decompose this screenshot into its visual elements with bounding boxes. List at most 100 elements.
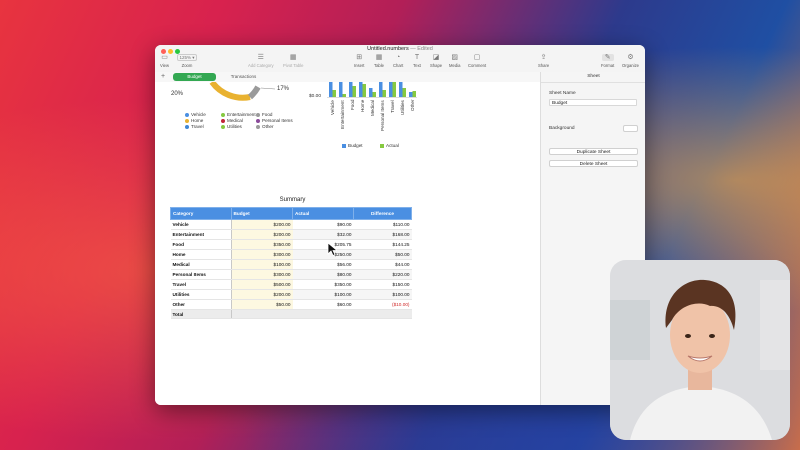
- cell-difference[interactable]: $144.25: [353, 239, 412, 250]
- table-button[interactable]: ▦ Table: [374, 54, 384, 68]
- legend-dot: [221, 118, 225, 123]
- comment-button[interactable]: ▢ Comment: [468, 54, 486, 68]
- legend-dot: [256, 112, 260, 117]
- cell-total-budget[interactable]: [231, 309, 293, 319]
- chart-icon: ◔: [396, 54, 401, 61]
- cell-budget[interactable]: $50.00: [231, 299, 293, 310]
- cell-budget[interactable]: $200.00: [231, 219, 293, 230]
- cell-category[interactable]: Entertainment: [170, 229, 232, 240]
- text-button[interactable]: T Text: [413, 54, 421, 68]
- cell-difference[interactable]: $110.00: [353, 219, 412, 230]
- cell-category[interactable]: Food: [170, 239, 232, 250]
- sidebar-header: Sheet: [541, 72, 645, 83]
- add-sheet-icon[interactable]: +: [161, 72, 165, 82]
- cell-actual[interactable]: $60.00: [292, 299, 354, 310]
- add-category-button[interactable]: ☰ Add Category: [248, 54, 274, 68]
- header-budget[interactable]: Budget: [230, 207, 293, 220]
- delete-sheet-button[interactable]: Delete Sheet: [549, 160, 638, 167]
- cell-difference[interactable]: $100.00: [353, 289, 412, 300]
- bar-label-other: Other: [410, 100, 415, 112]
- cell-difference[interactable]: $44.00: [353, 259, 412, 270]
- cell-budget[interactable]: $200.00: [231, 229, 293, 240]
- cell-difference[interactable]: $220.00: [353, 269, 412, 280]
- bar-budget-personal-items: [379, 82, 383, 97]
- cell-actual[interactable]: $250.00: [292, 249, 354, 260]
- cell-actual[interactable]: $56.00: [292, 259, 354, 270]
- chart-button[interactable]: ◔ Chart: [393, 54, 403, 68]
- presenter-video: [610, 260, 790, 440]
- cell-actual[interactable]: $205.75: [292, 239, 354, 250]
- organize-button[interactable]: ⚙ Organize: [622, 54, 639, 68]
- cell-category[interactable]: Personal Items: [170, 269, 232, 280]
- insert-button[interactable]: ⊞ Insert: [354, 54, 364, 68]
- cell-category[interactable]: Medical: [170, 259, 232, 270]
- bar-budget-home: [359, 82, 363, 97]
- cell-total-actual[interactable]: [292, 309, 354, 319]
- bar-label-entertainment: Entertainment: [340, 100, 345, 129]
- bar-chart[interactable]: [327, 82, 419, 100]
- cell-actual[interactable]: $100.00: [292, 289, 354, 300]
- table-row: Utilities $200.00 $100.00 $100.00: [170, 289, 412, 300]
- shape-button[interactable]: ◪ Shape: [430, 54, 442, 68]
- header-difference[interactable]: Difference: [353, 207, 412, 220]
- cell-difference[interactable]: $168.00: [353, 229, 412, 240]
- duplicate-sheet-button[interactable]: Duplicate Sheet: [549, 148, 638, 155]
- legend-swatch: [342, 143, 346, 148]
- bar-label-home: Home: [360, 100, 365, 113]
- cell-actual[interactable]: $350.00: [292, 279, 354, 290]
- cell-actual[interactable]: $80.00: [292, 269, 354, 280]
- view-button[interactable]: ▭ View: [160, 54, 169, 68]
- legend-dot: [185, 124, 189, 129]
- cell-budget[interactable]: $100.00: [231, 259, 293, 270]
- cell-budget[interactable]: $200.00: [231, 289, 293, 300]
- bar-budget-vehicle: [329, 82, 333, 97]
- organize-icon: ⚙: [627, 54, 634, 61]
- cell-total-difference[interactable]: [353, 309, 412, 319]
- summary-title: Summary: [279, 197, 306, 203]
- cell-difference[interactable]: $50.00: [353, 249, 412, 260]
- legend-personal-items: Personal Items: [256, 118, 293, 123]
- bar-actual-other: [412, 91, 416, 97]
- header-actual[interactable]: Actual: [292, 207, 354, 220]
- cell-category[interactable]: Other: [170, 299, 232, 310]
- mouse-cursor-icon: [327, 242, 337, 256]
- background-color-well[interactable]: [623, 125, 638, 132]
- cell-category[interactable]: Home: [170, 249, 232, 260]
- background-wall: [760, 280, 790, 370]
- share-button[interactable]: ⇪ Share: [538, 54, 549, 68]
- header-category[interactable]: Category: [170, 207, 232, 220]
- cell-category[interactable]: Travel: [170, 279, 232, 290]
- table-row: Home $300.00 $250.00 $50.00: [170, 249, 412, 260]
- bar-actual-utilities: [402, 88, 406, 97]
- cell-difference[interactable]: ($10.00): [353, 299, 412, 310]
- cell-category[interactable]: Utilities: [170, 289, 232, 300]
- cell-category[interactable]: Vehicle: [170, 219, 232, 230]
- sheet-canvas: 20% 17% Vehicle Entertainment Food Home …: [155, 82, 540, 405]
- cell-budget[interactable]: $350.00: [231, 239, 293, 250]
- right-eye-shape: [709, 334, 715, 338]
- table-row: Personal Items $300.00 $80.00 $220.00: [170, 269, 412, 280]
- donut-chart[interactable]: [155, 82, 315, 112]
- cell-budget[interactable]: $300.00: [231, 249, 293, 260]
- format-button[interactable]: ✎ Format: [601, 54, 614, 68]
- tab-transactions[interactable]: Transactions: [221, 73, 266, 81]
- legend-other: Other: [256, 124, 274, 129]
- tab-budget[interactable]: Budget: [173, 73, 216, 81]
- cell-actual[interactable]: $32.00: [292, 229, 354, 240]
- cell-actual[interactable]: $90.00: [292, 219, 354, 230]
- cell-total-label[interactable]: Total: [170, 309, 232, 319]
- donut-pct-left: 20%: [171, 91, 184, 97]
- zoom-menu[interactable]: 125% ▾ Zoom: [177, 54, 197, 68]
- cell-budget[interactable]: $300.00: [231, 269, 293, 280]
- summary-table[interactable]: Category Budget Actual Difference Vehicl…: [170, 207, 412, 319]
- sheet-name-field[interactable]: Budget: [549, 99, 637, 106]
- comment-icon: ▢: [473, 54, 481, 61]
- cell-difference[interactable]: $150.00: [353, 279, 412, 290]
- pivot-table-button[interactable]: ▦ Pivot Table: [283, 54, 303, 68]
- bar-label-travel: Travel: [390, 100, 395, 113]
- bar-label-food: Food: [350, 100, 355, 111]
- bar-budget-utilities: [399, 82, 403, 97]
- cell-budget[interactable]: $500.00: [231, 279, 293, 290]
- bar-label-utilities: Utilities: [400, 100, 405, 115]
- media-button[interactable]: ▨ Media: [449, 54, 460, 68]
